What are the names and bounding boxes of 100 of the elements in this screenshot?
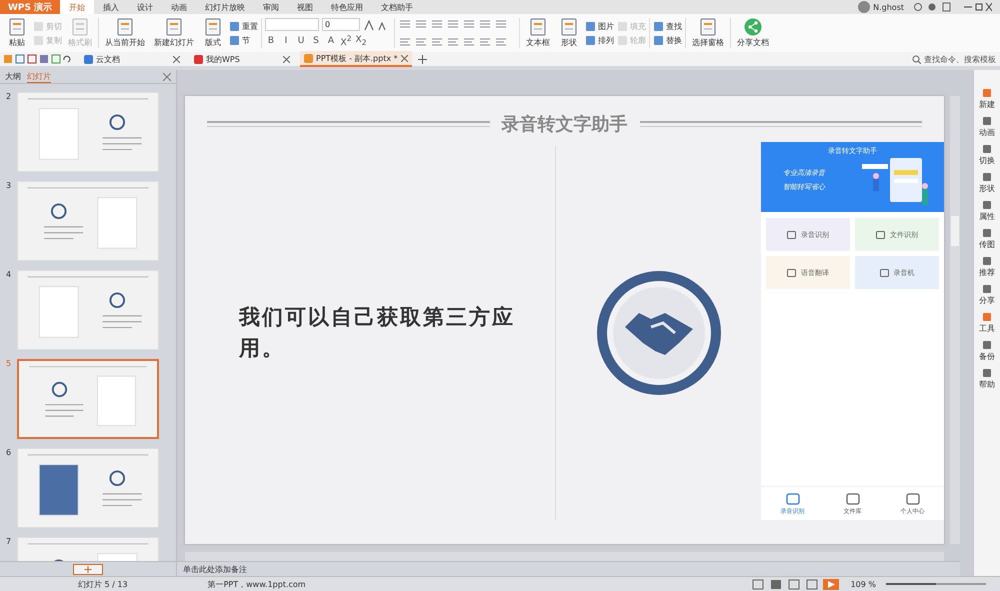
ribbon-button[interactable]: 形状 bbox=[556, 18, 582, 48]
sidebar-item[interactable]: 分享 bbox=[979, 284, 995, 306]
format-button[interactable]: U bbox=[295, 36, 307, 46]
feature-icon bbox=[876, 230, 885, 238]
notes-field[interactable]: 单击此处添加备注 bbox=[183, 564, 247, 574]
avatar-icon[interactable] bbox=[858, 1, 870, 13]
slide-number: 6 bbox=[6, 448, 12, 459]
ribbon-button[interactable]: 查找 bbox=[653, 20, 682, 32]
document-tab[interactable]: PPT模板 - 副本.pptx * bbox=[300, 51, 412, 67]
menu-tab[interactable]: 幻灯片放映 bbox=[196, 0, 254, 14]
format-button[interactable]: B bbox=[265, 36, 277, 46]
format-button[interactable]: A bbox=[325, 36, 337, 46]
square-icon bbox=[229, 20, 240, 32]
square-icon bbox=[33, 34, 44, 46]
square-icon bbox=[653, 34, 664, 46]
menu-tab[interactable]: 审阅 bbox=[254, 0, 288, 14]
ribbon-button[interactable]: 排列 bbox=[585, 34, 614, 46]
tool-icon bbox=[982, 284, 992, 294]
sidebar-item[interactable]: 形状 bbox=[979, 172, 995, 194]
menu-tab[interactable]: 视图 bbox=[288, 0, 322, 14]
ribbon-button[interactable]: 替换 bbox=[653, 34, 682, 46]
theme-name: 第一PPT，www.1ppt.com bbox=[208, 578, 306, 590]
document-tab[interactable]: 云文档 bbox=[80, 52, 184, 66]
square-icon bbox=[33, 20, 44, 32]
close-icon[interactable] bbox=[401, 54, 408, 62]
slide-title: 录音转文字助手 bbox=[502, 113, 628, 136]
document-tab[interactable]: 我的WPS bbox=[190, 52, 294, 66]
font-size-field[interactable]: 0 bbox=[322, 18, 360, 31]
menu-tab[interactable]: 设计 bbox=[128, 0, 162, 14]
nav-icon bbox=[906, 493, 920, 505]
ribbon-button[interactable]: 选择窗格 bbox=[689, 18, 727, 48]
ribbon-button[interactable]: 从当前开始 bbox=[102, 18, 148, 48]
format-button[interactable]: X$^{2}$ bbox=[340, 34, 352, 48]
ribbon-button[interactable]: 节 bbox=[229, 34, 258, 46]
menu-tab[interactable]: 文档助手 bbox=[372, 0, 422, 14]
tool-icon bbox=[982, 116, 992, 126]
tool-icon bbox=[982, 368, 992, 378]
tool-icon bbox=[982, 144, 992, 154]
tool-icon bbox=[982, 88, 992, 98]
tool-icon bbox=[982, 340, 992, 350]
add-tab-icon[interactable] bbox=[418, 54, 427, 64]
menu-tab[interactable]: 插入 bbox=[94, 0, 128, 14]
sidebar-item[interactable]: 新建 bbox=[979, 88, 995, 110]
ribbon-button[interactable]: 版式 bbox=[200, 18, 226, 48]
ribbon-button[interactable]: 重置 bbox=[229, 20, 258, 32]
share-icon bbox=[744, 18, 762, 36]
slide-number: 2 bbox=[6, 92, 12, 103]
handshake-badge-icon bbox=[594, 269, 722, 397]
ribbon-button[interactable]: 粘贴 bbox=[4, 18, 30, 48]
square-icon bbox=[585, 20, 596, 32]
close-icon[interactable] bbox=[173, 56, 180, 62]
nav-icon bbox=[786, 493, 800, 505]
scrollbar[interactable] bbox=[185, 552, 944, 561]
sidebar-item[interactable]: 属性 bbox=[979, 200, 995, 222]
search-icon bbox=[912, 54, 921, 64]
user-name[interactable]: N.ghost bbox=[873, 2, 904, 12]
menu-tab[interactable]: 特色应用 bbox=[322, 0, 372, 14]
menu-tab[interactable]: 开始 bbox=[60, 0, 94, 14]
slide-counter: 幻灯片 5 / 13 bbox=[78, 578, 128, 590]
sidebar-item[interactable]: 动画 bbox=[979, 116, 995, 138]
square-icon bbox=[653, 20, 664, 32]
sidebar-item[interactable]: 备份 bbox=[979, 340, 995, 362]
close-icon[interactable] bbox=[163, 72, 171, 80]
tool-icon bbox=[982, 312, 992, 322]
square-icon bbox=[229, 34, 240, 46]
square-icon bbox=[617, 20, 628, 32]
tool-icon bbox=[982, 256, 992, 266]
sidebar-item[interactable]: 传图 bbox=[979, 228, 995, 250]
ribbon-button[interactable]: 图片 bbox=[585, 20, 614, 32]
view-buttons-icon[interactable] bbox=[750, 578, 841, 590]
sidebar-item[interactable]: 工具 bbox=[979, 312, 995, 334]
tool-icon bbox=[982, 200, 992, 210]
share-button[interactable]: 分享文档 bbox=[734, 18, 772, 48]
ribbon-button[interactable]: 文本框 bbox=[523, 18, 553, 48]
sidebar-item[interactable]: 帮助 bbox=[979, 368, 995, 390]
format-button[interactable]: X$_{2}$ bbox=[355, 35, 367, 47]
sidebar-item[interactable]: 切换 bbox=[979, 144, 995, 166]
slide-number: 4 bbox=[6, 270, 12, 281]
close-icon[interactable] bbox=[283, 56, 290, 62]
menu-tab[interactable]: 动画 bbox=[162, 0, 196, 14]
feature-icon bbox=[880, 268, 888, 276]
square-icon bbox=[617, 34, 628, 46]
panel-tab[interactable]: 大纲 bbox=[5, 71, 21, 82]
nav-icon bbox=[846, 493, 860, 505]
ribbon-button[interactable]: 新建幻灯片 bbox=[151, 18, 197, 48]
font-name-field[interactable] bbox=[265, 18, 319, 31]
search-field[interactable]: 查找命令、搜索模板 bbox=[912, 54, 996, 64]
slide-number: 5 bbox=[6, 359, 12, 370]
zoom-reading: 109 % bbox=[850, 580, 876, 588]
add-slide-icon[interactable] bbox=[73, 564, 103, 574]
sidebar-item[interactable]: 推荐 bbox=[979, 256, 995, 278]
slide-number: 7 bbox=[6, 537, 12, 548]
tool-icon bbox=[982, 228, 992, 238]
format-button[interactable]: I bbox=[280, 36, 292, 46]
window-controls-icon[interactable] bbox=[912, 1, 992, 13]
scrollbar[interactable] bbox=[950, 96, 960, 544]
feature-icon bbox=[787, 230, 796, 238]
tool-icon bbox=[982, 172, 992, 182]
feature-icon bbox=[787, 268, 796, 276]
format-button[interactable]: S bbox=[310, 36, 322, 46]
